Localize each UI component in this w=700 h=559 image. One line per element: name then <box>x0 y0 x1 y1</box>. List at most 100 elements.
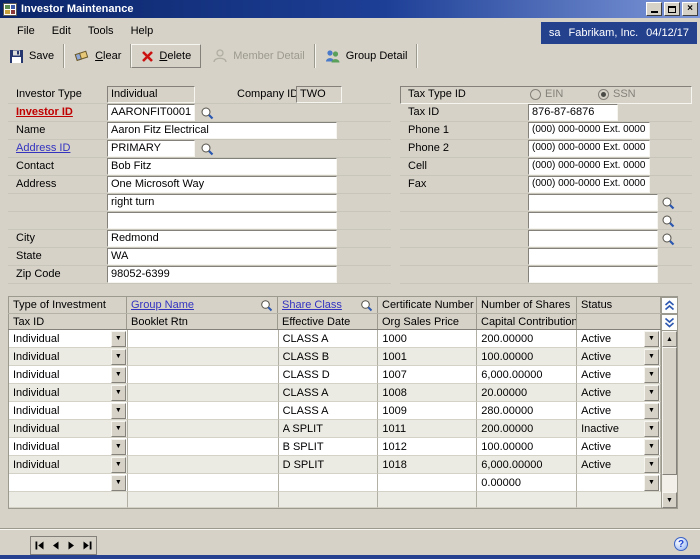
next-record-button[interactable] <box>64 538 79 553</box>
extra-field-4[interactable] <box>528 248 658 265</box>
share-class-cell[interactable]: D SPLIT <box>279 456 379 474</box>
scroll-up-button[interactable]: ▲ <box>662 331 677 347</box>
number-of-shares-cell[interactable]: 0.00000 <box>477 474 577 492</box>
extra-lookup-button-3[interactable] <box>659 230 676 247</box>
group-name-cell[interactable] <box>128 366 279 384</box>
extra-field-3[interactable] <box>528 230 658 247</box>
extra-field-1[interactable] <box>528 194 658 211</box>
menu-tools[interactable]: Tools <box>81 22 121 40</box>
address-line2-field[interactable]: right turn <box>107 194 337 211</box>
share-class-cell[interactable] <box>279 474 379 492</box>
group-name-cell[interactable] <box>128 402 279 420</box>
number-of-shares-cell[interactable]: 280.00000 <box>477 402 577 420</box>
investment-type-dropdown-button[interactable]: ▼ <box>111 349 126 365</box>
investment-type-dropdown-button[interactable]: ▼ <box>111 421 126 437</box>
maximize-button[interactable] <box>664 2 680 16</box>
certificate-number-cell[interactable]: 1007 <box>378 366 477 384</box>
number-of-shares-cell[interactable]: 200.00000 <box>477 420 577 438</box>
first-record-button[interactable] <box>32 538 47 553</box>
share-class-cell[interactable]: B SPLIT <box>279 438 379 456</box>
menu-file[interactable]: File <box>10 22 42 40</box>
number-of-shares-cell[interactable]: 6,000.00000 <box>477 456 577 474</box>
status-dropdown-button[interactable]: ▼ <box>644 439 659 455</box>
status-cell[interactable]: Active▼ <box>577 348 661 366</box>
investment-type-dropdown-button[interactable]: ▼ <box>111 439 126 455</box>
zip-field[interactable]: 98052-6399 <box>107 266 337 283</box>
investment-type-cell[interactable]: Individual▼ <box>9 438 128 456</box>
investment-type-cell[interactable]: Individual▼ <box>9 366 128 384</box>
investment-type-cell[interactable]: Individual▼ <box>9 456 128 474</box>
last-record-button[interactable] <box>80 538 95 553</box>
investment-type-cell[interactable]: Individual▼ <box>9 384 128 402</box>
share-class-cell[interactable]: CLASS D <box>279 366 379 384</box>
collapse-rows-button[interactable] <box>661 297 678 314</box>
investment-type-cell[interactable]: Individual▼ <box>9 420 128 438</box>
group-name-cell[interactable] <box>128 420 279 438</box>
group-name-cell[interactable] <box>128 456 279 474</box>
investment-type-cell[interactable]: Individual▼ <box>9 330 128 348</box>
certificate-number-cell[interactable]: 1008 <box>378 384 477 402</box>
status-dropdown-button[interactable]: ▼ <box>644 457 659 473</box>
group-name-cell[interactable] <box>128 474 279 492</box>
investment-type-dropdown-button[interactable]: ▼ <box>111 475 126 491</box>
address-line3-field[interactable] <box>107 212 337 229</box>
certificate-number-cell[interactable]: 1000 <box>378 330 477 348</box>
expand-rows-button[interactable] <box>661 314 678 331</box>
number-of-shares-cell[interactable]: 6,000.00000 <box>477 366 577 384</box>
tax-id-field[interactable]: 876-87-6876 <box>528 104 618 121</box>
status-cell[interactable]: Active▼ <box>577 456 661 474</box>
certificate-number-cell[interactable]: 1001 <box>378 348 477 366</box>
col-header-group-name[interactable]: Group Name <box>127 297 278 313</box>
group-name-cell[interactable] <box>128 384 279 402</box>
certificate-number-cell[interactable]: 1009 <box>378 402 477 420</box>
phone1-field[interactable]: (000) 000-0000 Ext. 0000 <box>528 122 650 139</box>
share-class-cell[interactable]: CLASS A <box>279 402 379 420</box>
extra-field-5[interactable] <box>528 266 658 283</box>
status-cell[interactable]: Inactive▼ <box>577 420 661 438</box>
investor-id-field[interactable]: AARONFIT0001 <box>107 104 195 121</box>
number-of-shares-cell[interactable]: 100.00000 <box>477 348 577 366</box>
extra-lookup-button-2[interactable] <box>659 212 676 229</box>
scrollbar-thumb[interactable] <box>662 347 677 475</box>
investment-type-dropdown-button[interactable]: ▼ <box>111 331 126 347</box>
extra-lookup-button-1[interactable] <box>659 194 676 211</box>
share-class-cell[interactable]: A SPLIT <box>279 420 379 438</box>
name-field[interactable]: Aaron Fitz Electrical <box>107 122 337 139</box>
status-cell[interactable]: Active▼ <box>577 366 661 384</box>
extra-field-2[interactable] <box>528 212 658 229</box>
group-name-cell[interactable] <box>128 330 279 348</box>
certificate-number-cell[interactable]: 1011 <box>378 420 477 438</box>
contact-field[interactable]: Bob Fitz <box>107 158 337 175</box>
menu-edit[interactable]: Edit <box>45 22 78 40</box>
status-cell[interactable]: Active▼ <box>577 438 661 456</box>
minimize-button[interactable] <box>646 2 662 16</box>
status-dropdown-button[interactable]: ▼ <box>644 421 659 437</box>
previous-record-button[interactable] <box>48 538 63 553</box>
group-name-cell[interactable] <box>128 348 279 366</box>
grid-scrollbar[interactable]: ▲ ▼ <box>661 330 678 509</box>
investment-type-dropdown-button[interactable]: ▼ <box>111 367 126 383</box>
magnifier-icon[interactable] <box>360 299 373 312</box>
address-id-lookup-button[interactable] <box>198 140 215 157</box>
clear-button[interactable]: Clear <box>64 44 131 68</box>
certificate-number-cell[interactable]: 1018 <box>378 456 477 474</box>
group-name-cell[interactable] <box>128 438 279 456</box>
investment-type-cell[interactable]: Individual▼ <box>9 348 128 366</box>
address-line1-field[interactable]: One Microsoft Way <box>107 176 337 193</box>
investment-type-dropdown-button[interactable]: ▼ <box>111 457 126 473</box>
number-of-shares-cell[interactable]: 100.00000 <box>477 438 577 456</box>
city-field[interactable]: Redmond <box>107 230 337 247</box>
menu-help[interactable]: Help <box>124 22 161 40</box>
status-dropdown-button[interactable]: ▼ <box>644 331 659 347</box>
fax-field[interactable]: (000) 000-0000 Ext. 0000 <box>528 176 650 193</box>
address-id-label[interactable]: Address ID <box>16 142 70 154</box>
investor-id-lookup-button[interactable] <box>198 104 215 121</box>
phone2-field[interactable]: (000) 000-0000 Ext. 0000 <box>528 140 650 157</box>
status-dropdown-button[interactable]: ▼ <box>644 385 659 401</box>
share-class-cell[interactable]: CLASS A <box>279 384 379 402</box>
status-dropdown-button[interactable]: ▼ <box>644 367 659 383</box>
address-id-field[interactable]: PRIMARY <box>107 140 195 157</box>
investment-type-dropdown-button[interactable]: ▼ <box>111 385 126 401</box>
status-cell[interactable]: Active▼ <box>577 384 661 402</box>
state-field[interactable]: WA <box>107 248 337 265</box>
